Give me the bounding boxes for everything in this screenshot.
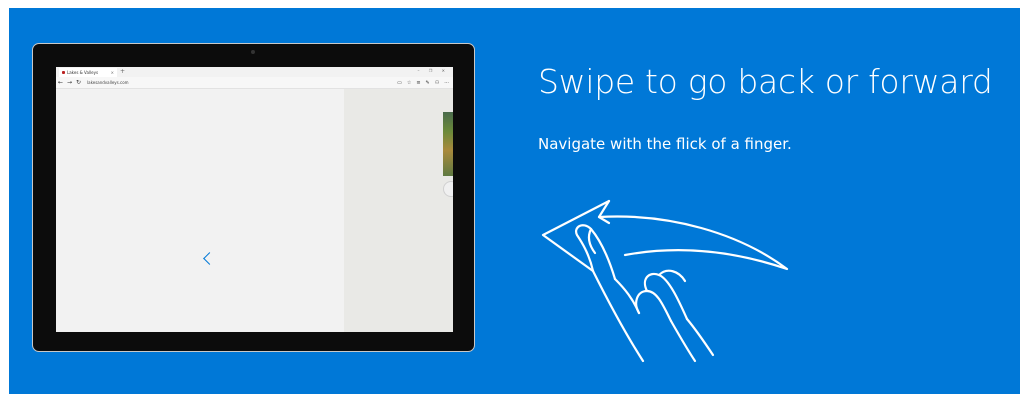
current-page-area[interactable]: [344, 89, 453, 332]
tab-title: Lakes & Valleys: [67, 70, 99, 75]
page-subtitle: Navigate with the flick of a finger.: [538, 135, 792, 153]
swipe-tip-panel: Lakes & Valleys × + – ❐ ✕ ← → ↻ lakesand…: [9, 8, 1020, 394]
favorite-star-icon[interactable]: ☆: [407, 80, 411, 86]
url-field[interactable]: lakesandvalleys.com: [87, 80, 129, 85]
page-edge-circle: [443, 181, 453, 197]
web-note-icon[interactable]: ✎: [426, 80, 430, 86]
share-icon[interactable]: ⚇: [435, 80, 439, 86]
new-tab-button[interactable]: +: [120, 68, 125, 76]
hub-icon[interactable]: ≡: [416, 80, 420, 86]
page-title: Swipe to go back or forward: [538, 62, 993, 101]
browser-address-bar: ← → ↻ lakesandvalleys.com ▭ ☆ ≡ ✎ ⚇ ···: [56, 77, 453, 89]
camera-icon: [251, 50, 255, 54]
window-controls[interactable]: – ❐ ✕: [418, 68, 449, 73]
browser-toolbar: ▭ ☆ ≡ ✎ ⚇ ···: [397, 80, 449, 86]
tab-close-icon[interactable]: ×: [111, 70, 114, 75]
page-photo: [443, 112, 453, 176]
tablet-screen: Lakes & Valleys × + – ❐ ✕ ← → ↻ lakesand…: [56, 67, 453, 332]
back-icon[interactable]: ←: [56, 79, 65, 86]
browser-titlebar: Lakes & Valleys × + – ❐ ✕: [56, 67, 453, 77]
tablet-device: Lakes & Valleys × + – ❐ ✕ ← → ↻ lakesand…: [32, 43, 475, 352]
refresh-icon[interactable]: ↻: [74, 79, 83, 86]
previous-page-area[interactable]: [56, 89, 344, 332]
tab-favicon-icon: [62, 71, 65, 74]
more-icon[interactable]: ···: [444, 80, 449, 86]
reading-view-icon[interactable]: ▭: [397, 80, 402, 86]
browser-tab[interactable]: Lakes & Valleys ×: [59, 68, 117, 77]
chevron-left-icon: [203, 252, 216, 265]
forward-icon[interactable]: →: [65, 79, 74, 86]
swipe-gesture-icon: [541, 199, 789, 363]
